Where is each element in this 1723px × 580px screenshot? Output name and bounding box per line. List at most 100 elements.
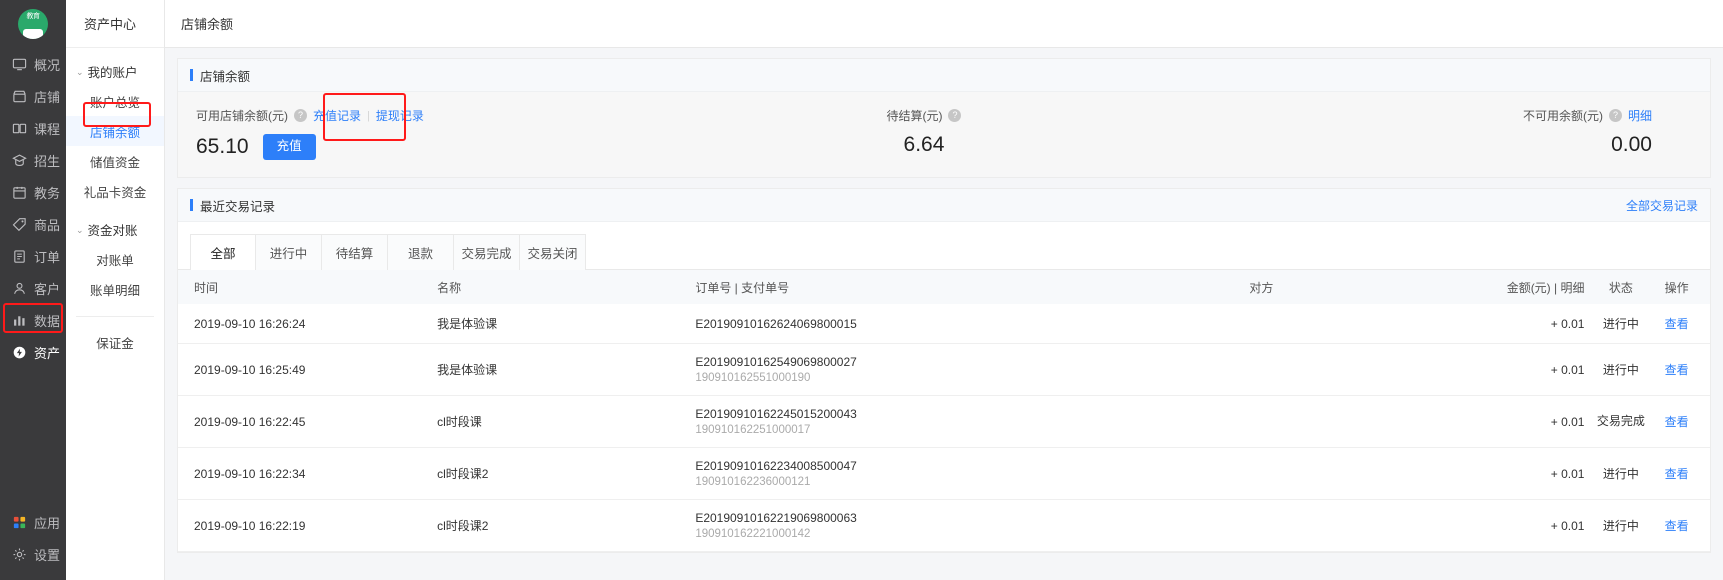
view-link[interactable]: 查看 xyxy=(1665,317,1689,331)
pending-settlement-value-row: 6.64 xyxy=(904,134,945,155)
transactions-table: 时间 名称 订单号 | 支付单号 对方 金额(元) | 明细 状态 操作 201… xyxy=(178,270,1710,552)
asset-icon xyxy=(12,345,27,360)
view-link[interactable]: 查看 xyxy=(1665,415,1689,429)
table-row[interactable]: 2019-09-10 16:26:24 我是体验课 E2019091016262… xyxy=(178,304,1710,344)
rail-item-label: 概况 xyxy=(34,55,60,74)
secondary-nav: 资产中心 ⌄ 我的账户 账户总览 店铺余额 储值资金 礼品卡资金 ⌄ 资金对账 … xyxy=(66,0,165,580)
rail-item-course[interactable]: 课程 xyxy=(0,112,66,144)
rail-item-goods[interactable]: 商品 xyxy=(0,208,66,240)
available-balance-label-row: 可用店铺余额(元) ? 充值记录 | 提现记录 xyxy=(196,107,424,124)
transactions-table-body: 2019-09-10 16:26:24 我是体验课 E2019091016262… xyxy=(178,304,1710,552)
tab-label: 交易完成 xyxy=(461,247,511,261)
sidebar-item-label: 礼品卡资金 xyxy=(84,182,147,201)
available-balance-cell: 可用店铺余额(元) ? 充值记录 | 提现记录 65.10 充值 xyxy=(178,92,681,177)
view-link[interactable]: 查看 xyxy=(1665,363,1689,377)
balance-strip: 可用店铺余额(元) ? 充值记录 | 提现记录 65.10 充值 xyxy=(178,92,1710,177)
pay-no: 190910162251000017 xyxy=(695,424,1088,436)
nav-group-reconciliation[interactable]: ⌄ 资金对账 xyxy=(66,214,164,244)
rail-item-label: 设置 xyxy=(34,545,60,564)
rail-item-orders[interactable]: 订单 xyxy=(0,240,66,272)
graduation-icon xyxy=(12,153,27,168)
rail-item-label: 应用 xyxy=(34,513,60,532)
sidebar-item-stored-funds[interactable]: 储值资金 xyxy=(66,146,164,176)
cell-party xyxy=(1094,448,1428,500)
nav-group-label: 资金对账 xyxy=(88,220,138,239)
cell-time: 2019-09-10 16:22:19 xyxy=(178,500,431,552)
question-icon[interactable]: ? xyxy=(948,109,961,122)
cell-order: E20190910162245015200043 190910162251000… xyxy=(689,396,1094,448)
rail-item-enrollment[interactable]: 招生 xyxy=(0,144,66,176)
order-no: E20190910162245015200043 xyxy=(695,407,1088,421)
rail-item-settings[interactable]: 设置 xyxy=(0,538,66,570)
shop-icon xyxy=(12,89,27,104)
sidebar-item-shop-balance[interactable]: 店铺余额 xyxy=(66,116,164,146)
sidebar-item-giftcard-funds[interactable]: 礼品卡资金 xyxy=(66,176,164,206)
rail-item-label: 店铺 xyxy=(34,87,60,106)
cell-amount: + 0.01 xyxy=(1428,500,1590,552)
question-icon[interactable]: ? xyxy=(294,109,307,122)
pay-no: 190910162236000121 xyxy=(695,476,1088,488)
cell-time: 2019-09-10 16:22:45 xyxy=(178,396,431,448)
brand-logo[interactable]: 教育 xyxy=(0,0,66,48)
view-link[interactable]: 查看 xyxy=(1665,519,1689,533)
order-no: E20190910162624069800015 xyxy=(695,317,1088,331)
tab-completed[interactable]: 交易完成 xyxy=(454,234,520,270)
sidebar-item-account-overview[interactable]: 账户总览 xyxy=(66,86,164,116)
title-bar-marker xyxy=(190,199,193,211)
table-row[interactable]: 2019-09-10 16:22:34 cl时段课2 E201909101622… xyxy=(178,448,1710,500)
unavailable-detail-link[interactable]: 明细 xyxy=(1628,107,1652,124)
column-header-operation: 操作 xyxy=(1651,270,1710,304)
cell-name: cl时段课 xyxy=(431,396,689,448)
recharge-button[interactable]: 充值 xyxy=(263,134,316,160)
column-header-time: 时间 xyxy=(178,270,431,304)
tab-all[interactable]: 全部 xyxy=(190,234,256,270)
rail-item-label: 客户 xyxy=(34,279,60,298)
rail-item-academic[interactable]: 教务 xyxy=(0,176,66,208)
logo-label: 教育 xyxy=(27,13,40,20)
sidebar-item-bill-details[interactable]: 账单明细 xyxy=(66,274,164,304)
pending-settlement-cell: 待结算(元) ? 6.64 xyxy=(681,92,1166,177)
tab-refund[interactable]: 退款 xyxy=(388,234,454,270)
rail-item-apps[interactable]: 应用 xyxy=(0,506,66,538)
card-title-group: 最近交易记录 xyxy=(190,196,275,215)
cell-name: 我是体验课 xyxy=(431,344,689,396)
view-link[interactable]: 查看 xyxy=(1665,467,1689,481)
book-icon xyxy=(12,121,27,136)
cell-time: 2019-09-10 16:22:34 xyxy=(178,448,431,500)
question-icon[interactable]: ? xyxy=(1609,109,1622,122)
app-root: 教育 概况 店铺 课程 招生 教务 商品 订单 xyxy=(0,0,1723,580)
cell-time: 2019-09-10 16:25:49 xyxy=(178,344,431,396)
nav-group-my-account[interactable]: ⌄ 我的账户 xyxy=(66,56,164,86)
tab-pending-settlement[interactable]: 待结算 xyxy=(322,234,388,270)
order-no: E20190910162219069800063 xyxy=(695,511,1088,525)
rail-item-label: 数据 xyxy=(34,311,60,330)
rail-item-customers[interactable]: 客户 xyxy=(0,272,66,304)
column-header-name: 名称 xyxy=(431,270,689,304)
cell-party xyxy=(1094,304,1428,344)
rail-item-overview[interactable]: 概况 xyxy=(0,48,66,80)
rail-item-data[interactable]: 数据 xyxy=(0,304,66,336)
cell-order: E20190910162234008500047 190910162236000… xyxy=(689,448,1094,500)
sidebar-item-deposit[interactable]: 保证金 xyxy=(66,327,164,357)
cell-time: 2019-09-10 16:26:24 xyxy=(178,304,431,344)
rail-item-assets[interactable]: 资产 xyxy=(0,336,66,368)
cell-order: E20190910162549069800027 190910162551000… xyxy=(689,344,1094,396)
sidebar-item-label: 店铺余额 xyxy=(90,122,140,141)
cell-status: 进行中 xyxy=(1590,344,1651,396)
tab-closed[interactable]: 交易关闭 xyxy=(520,234,586,270)
rail-item-shop[interactable]: 店铺 xyxy=(0,80,66,112)
table-row[interactable]: 2019-09-10 16:25:49 我是体验课 E2019091016254… xyxy=(178,344,1710,396)
rail-spacer xyxy=(0,368,66,506)
cell-amount: + 0.01 xyxy=(1428,344,1590,396)
all-transactions-link[interactable]: 全部交易记录 xyxy=(1626,197,1698,214)
table-row[interactable]: 2019-09-10 16:22:45 cl时段课 E2019091016224… xyxy=(178,396,1710,448)
recharge-records-link[interactable]: 充值记录 xyxy=(313,107,361,124)
tab-in-progress[interactable]: 进行中 xyxy=(256,234,322,270)
nav-divider xyxy=(76,316,154,317)
tab-label: 退款 xyxy=(408,247,433,261)
unavailable-balance-label: 不可用余额(元) xyxy=(1523,107,1603,124)
table-row[interactable]: 2019-09-10 16:22:19 cl时段课2 E201909101622… xyxy=(178,500,1710,552)
shop-balance-card-header: 店铺余额 xyxy=(178,59,1710,92)
withdraw-records-link[interactable]: 提现记录 xyxy=(376,107,424,124)
sidebar-item-statement[interactable]: 对账单 xyxy=(66,244,164,274)
